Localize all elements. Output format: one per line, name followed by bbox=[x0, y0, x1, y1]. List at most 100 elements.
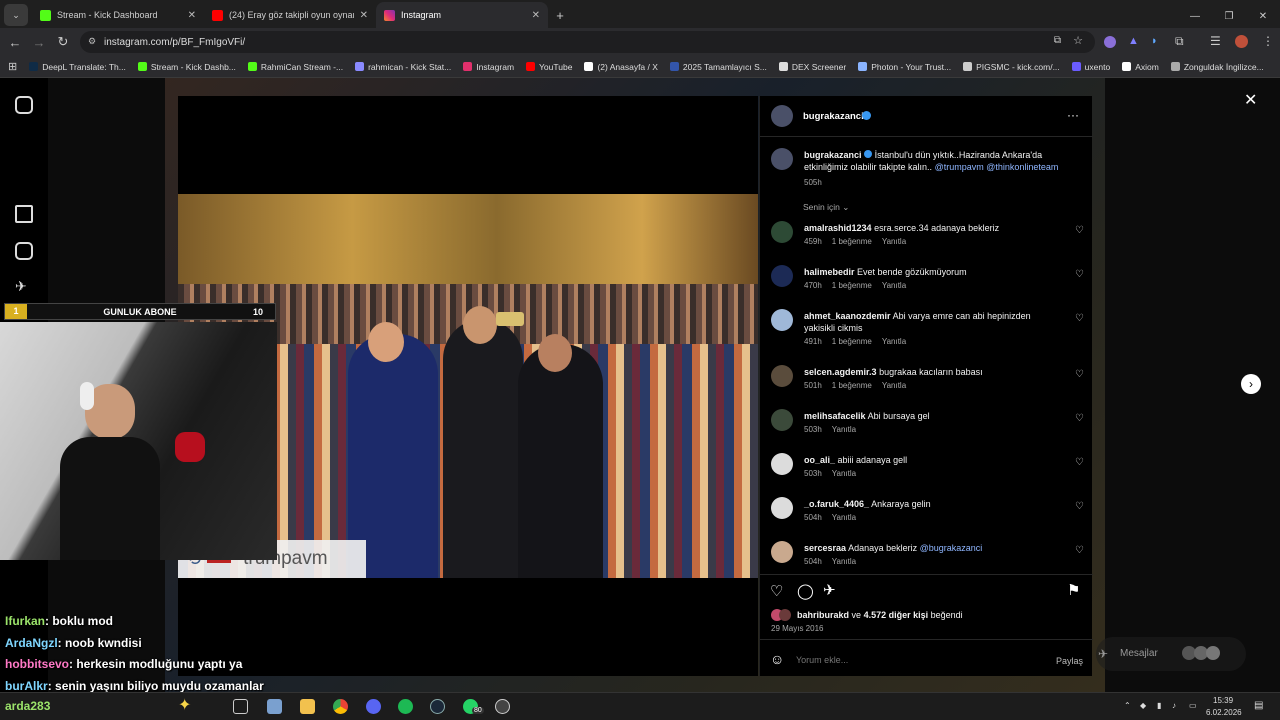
comment-avatar[interactable] bbox=[771, 497, 793, 519]
new-tab-button[interactable]: + bbox=[548, 3, 572, 27]
caption-username[interactable]: bugrakazanci bbox=[804, 150, 862, 160]
reply-button[interactable]: Yanıtla bbox=[832, 469, 856, 478]
bookmark-item[interactable]: DeepL Translate: Th... bbox=[29, 62, 126, 72]
reply-button[interactable]: Yanıtla bbox=[882, 337, 906, 346]
clock-time[interactable]: 15:39 bbox=[1213, 696, 1233, 705]
bookmark-item[interactable]: uxento bbox=[1071, 62, 1110, 72]
tray-icon[interactable]: ◆ bbox=[1140, 701, 1146, 710]
emoji-icon[interactable]: ☺ bbox=[770, 651, 784, 667]
notification-icon[interactable]: ▤ bbox=[1254, 700, 1263, 711]
caption-mentions[interactable]: @trumpavm @thinkonlineteam bbox=[935, 162, 1059, 172]
comment-username[interactable]: halimebedir bbox=[804, 267, 855, 277]
comment-username[interactable]: oo_ali_ bbox=[804, 455, 835, 465]
bookmark-item[interactable]: Instagram bbox=[463, 62, 514, 72]
comment-avatar[interactable] bbox=[771, 221, 793, 243]
comment-like-icon[interactable]: ♡ bbox=[1075, 269, 1084, 280]
extension-icon[interactable]: ◗ bbox=[1151, 35, 1158, 47]
reply-button[interactable]: Yanıtla bbox=[882, 381, 906, 390]
tab-search-button[interactable]: ⌄ bbox=[4, 4, 28, 26]
comment-filter[interactable]: Senin için ⌄ bbox=[803, 202, 849, 213]
extension-icon[interactable] bbox=[1104, 36, 1116, 48]
tab-youtube[interactable]: (24) Eray göz takipli oyun oynar ✕ bbox=[204, 2, 376, 28]
close-icon[interactable]: ✕ bbox=[532, 10, 540, 21]
more-options-icon[interactable]: ··· bbox=[1067, 108, 1079, 122]
caption-avatar[interactable] bbox=[771, 148, 793, 170]
bookmark-item[interactable]: Axiom bbox=[1122, 62, 1159, 72]
comment-avatar[interactable] bbox=[771, 453, 793, 475]
comment-mention[interactable]: @bugrakazanci bbox=[920, 543, 983, 553]
comment-likes[interactable]: 1 beğenme bbox=[832, 337, 872, 346]
like-icon[interactable]: ♡ bbox=[770, 582, 783, 600]
app-icon[interactable] bbox=[495, 699, 510, 714]
share-icon[interactable]: ✈ bbox=[823, 581, 836, 599]
file-icon[interactable] bbox=[267, 699, 282, 714]
bookmark-star-icon[interactable]: ☆ bbox=[1073, 34, 1083, 47]
save-icon[interactable]: ⚑ bbox=[1067, 581, 1080, 599]
clock-date[interactable]: 6.02.2026 bbox=[1206, 708, 1242, 717]
tray-icon[interactable]: ▮ bbox=[1157, 701, 1161, 710]
comment-like-icon[interactable]: ♡ bbox=[1075, 313, 1084, 324]
author-username[interactable]: bugrakazanci bbox=[803, 111, 864, 122]
bookmark-item[interactable]: DEX Screener bbox=[778, 62, 846, 72]
reply-button[interactable]: Yanıtla bbox=[832, 425, 856, 434]
comment-likes[interactable]: 1 beğenme bbox=[832, 237, 872, 246]
explorer-icon[interactable] bbox=[300, 699, 315, 714]
comment-avatar[interactable] bbox=[771, 265, 793, 287]
address-bar[interactable]: ⚙ instagram.com/p/BF_FmIgoVFi/ ⧉ ☆ bbox=[80, 31, 1095, 53]
close-icon[interactable]: ✕ bbox=[1244, 90, 1257, 110]
install-app-icon[interactable]: ⧉ bbox=[1054, 35, 1061, 46]
comment-username[interactable]: _o.faruk_4406_ bbox=[804, 499, 869, 509]
comment-username[interactable]: amalrashid1234 bbox=[804, 223, 872, 233]
next-post-button[interactable]: › bbox=[1241, 374, 1261, 394]
comment-avatar[interactable] bbox=[771, 541, 793, 563]
comment-likes[interactable]: 1 beğenme bbox=[832, 281, 872, 290]
bookmark-item[interactable]: PIGSMC - kick.com/... bbox=[963, 62, 1060, 72]
comment-username[interactable]: ahmet_kaanozdemir bbox=[804, 311, 891, 321]
home-icon[interactable] bbox=[15, 205, 33, 223]
comment-like-icon[interactable]: ♡ bbox=[1075, 501, 1084, 512]
comment-avatar[interactable] bbox=[771, 409, 793, 431]
bookmark-item[interactable]: 2025 Tamamlayıcı S... bbox=[669, 62, 767, 72]
reply-button[interactable]: Yanıtla bbox=[882, 281, 906, 290]
task-view-icon[interactable] bbox=[233, 699, 248, 714]
bookmark-item[interactable]: Stream - Kick Dashb... bbox=[137, 62, 236, 72]
reply-button[interactable]: Yanıtla bbox=[832, 557, 856, 566]
comment-username[interactable]: melihsafacelik bbox=[804, 411, 866, 421]
messages-button[interactable]: ✈ Mesajlar bbox=[1096, 637, 1246, 671]
comment-like-icon[interactable]: ♡ bbox=[1075, 457, 1084, 468]
comment-username[interactable]: selcen.agdemir.3 bbox=[804, 367, 877, 377]
reload-button[interactable]: ↻ bbox=[51, 30, 75, 54]
likes-count[interactable]: 4.572 diğer kişi bbox=[864, 610, 929, 620]
comment-input[interactable] bbox=[796, 652, 1036, 668]
tray-chevron-icon[interactable]: ⌃ bbox=[1124, 701, 1131, 710]
bookmark-item[interactable]: RahmiCan Stream -... bbox=[247, 62, 343, 72]
bookmark-item[interactable]: rahmican - Kick Stat... bbox=[355, 62, 451, 72]
back-button[interactable]: ← bbox=[3, 30, 27, 54]
minimize-button[interactable]: — bbox=[1178, 4, 1212, 28]
spotify-icon[interactable] bbox=[398, 699, 413, 714]
close-window-button[interactable]: ✕ bbox=[1246, 4, 1280, 28]
bookmark-item[interactable]: (2) Anasayfa / X bbox=[584, 62, 658, 72]
site-info-icon[interactable]: ⚙ bbox=[88, 36, 96, 47]
network-icon[interactable]: ▭ bbox=[1189, 701, 1197, 710]
volume-icon[interactable]: ♪ bbox=[1172, 701, 1176, 710]
tab-kick-dashboard[interactable]: Stream - Kick Dashboard ✕ bbox=[32, 2, 204, 28]
comment-avatar[interactable] bbox=[771, 365, 793, 387]
reels-icon[interactable] bbox=[15, 242, 33, 260]
bookmark-item[interactable]: Zonguldak İngilizce... bbox=[1170, 62, 1264, 72]
reading-list-icon[interactable]: ☰ bbox=[1210, 34, 1221, 48]
restore-button[interactable]: ❐ bbox=[1212, 4, 1246, 28]
reply-button[interactable]: Yanıtla bbox=[832, 513, 856, 522]
comment-like-icon[interactable]: ♡ bbox=[1075, 545, 1084, 556]
close-icon[interactable]: ✕ bbox=[188, 10, 196, 21]
apps-grid-icon[interactable]: ⊞ bbox=[8, 60, 17, 73]
author-avatar[interactable] bbox=[771, 105, 793, 127]
bookmark-item[interactable]: Photon - Your Trust... bbox=[858, 62, 951, 72]
comment-like-icon[interactable]: ♡ bbox=[1075, 225, 1084, 236]
profile-avatar[interactable] bbox=[1235, 35, 1248, 48]
comment-like-icon[interactable]: ♡ bbox=[1075, 413, 1084, 424]
discord-icon[interactable] bbox=[366, 699, 381, 714]
chrome-icon[interactable] bbox=[333, 699, 348, 714]
tab-instagram[interactable]: Instagram ✕ bbox=[376, 2, 548, 28]
explore-icon[interactable]: ✈ bbox=[15, 278, 33, 296]
